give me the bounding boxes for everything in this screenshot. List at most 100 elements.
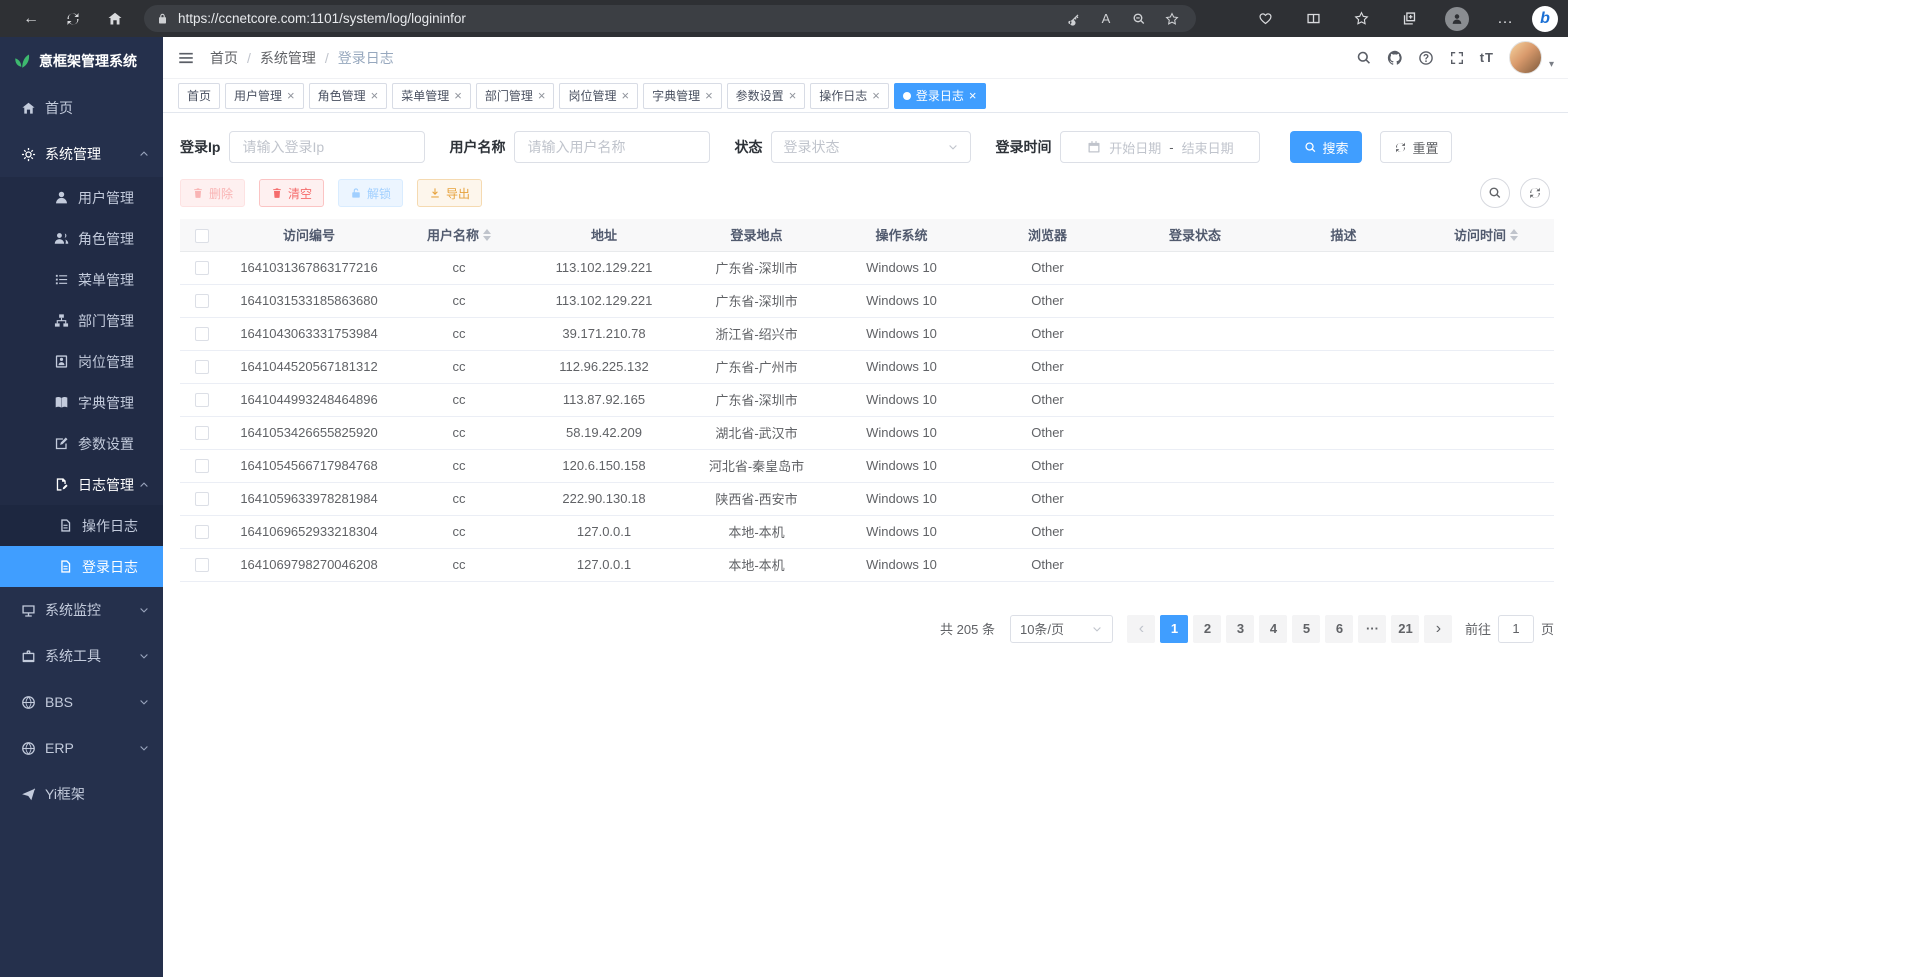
close-icon[interactable]: × (969, 89, 977, 102)
sort-icons[interactable] (483, 229, 491, 241)
sidebar-item-role-mgmt[interactable]: 角色管理 (0, 218, 163, 259)
unlock-button[interactable]: 解锁 (338, 179, 403, 207)
export-button[interactable]: 导出 (417, 179, 482, 207)
fullscreen-icon[interactable] (1449, 50, 1465, 66)
breadcrumb-system[interactable]: 系统管理 (260, 48, 316, 68)
sidebar-item-system-tools[interactable]: 系统工具 (0, 633, 163, 679)
reload-button[interactable] (58, 5, 88, 33)
table-row[interactable]: 1641059633978281984 cc 222.90.130.18 陕西省… (180, 482, 1554, 515)
table-row[interactable]: 1641069652933218304 cc 127.0.0.1 本地-本机 W… (180, 515, 1554, 548)
table-row[interactable]: 1641044520567181312 cc 112.96.225.132 广东… (180, 350, 1554, 383)
address-bar[interactable]: https://ccnetcore.com:1101/system/log/lo… (144, 5, 1196, 32)
close-icon[interactable]: × (789, 89, 797, 102)
help-icon[interactable] (1418, 50, 1434, 66)
tab-dict-mgmt[interactable]: 字典管理× (643, 83, 722, 109)
more-pages-button[interactable]: ··· (1358, 615, 1386, 643)
sidebar-item-menu-mgmt[interactable]: 菜单管理 (0, 259, 163, 300)
browser-home-button[interactable] (100, 5, 130, 33)
caret-down-icon[interactable]: ▾ (1549, 59, 1554, 74)
col-access-time[interactable]: 访问时间 (1418, 219, 1554, 251)
table-row[interactable]: 1641054566717984768 cc 120.6.150.158 河北省… (180, 449, 1554, 482)
close-icon[interactable]: × (538, 89, 546, 102)
close-icon[interactable]: × (621, 89, 629, 102)
sidebar-item-system-mgmt[interactable]: 系统管理 (0, 131, 163, 177)
split-screen-icon[interactable] (1298, 5, 1328, 33)
browser-menu-icon[interactable]: … (1490, 5, 1520, 33)
clear-button[interactable]: 清空 (259, 179, 324, 207)
password-key-icon[interactable] (1061, 12, 1085, 26)
page-button-3[interactable]: 3 (1226, 615, 1254, 643)
reset-button[interactable]: 重置 (1380, 131, 1452, 163)
text-size-icon[interactable]: tT (1480, 50, 1494, 65)
sidebar-item-home[interactable]: 首页 (0, 85, 163, 131)
row-checkbox[interactable] (195, 360, 209, 374)
tab-home[interactable]: 首页 (178, 83, 220, 109)
row-checkbox[interactable] (195, 393, 209, 407)
tab-param-settings[interactable]: 参数设置× (727, 83, 806, 109)
row-checkbox[interactable] (195, 558, 209, 572)
sidebar-item-yi-framework[interactable]: Yi框架 (0, 771, 163, 817)
tab-post-mgmt[interactable]: 岗位管理× (559, 83, 638, 109)
close-icon[interactable]: × (454, 89, 462, 102)
close-icon[interactable]: × (705, 89, 713, 102)
sidebar-item-login-log[interactable]: 登录日志 (0, 546, 163, 587)
col-username[interactable]: 用户名称 (394, 219, 524, 251)
add-favorite-icon[interactable] (1160, 12, 1184, 26)
page-button-2[interactable]: 2 (1193, 615, 1221, 643)
tab-user-mgmt[interactable]: 用户管理× (225, 83, 304, 109)
sidebar-item-system-monitor[interactable]: 系统监控 (0, 587, 163, 633)
back-button[interactable]: ← (16, 5, 46, 33)
close-icon[interactable]: × (872, 89, 880, 102)
sort-icons[interactable] (1510, 229, 1518, 241)
close-icon[interactable]: × (371, 89, 379, 102)
app-logo[interactable]: 意框架管理系统 (0, 37, 163, 85)
user-avatar[interactable] (1509, 41, 1542, 74)
row-checkbox[interactable] (195, 492, 209, 506)
browser-profile-avatar[interactable] (1442, 5, 1472, 33)
table-row[interactable]: 1641043063331753984 cc 39.171.210.78 浙江省… (180, 317, 1554, 350)
table-row[interactable]: 1641031367863177216 cc 113.102.129.221 广… (180, 251, 1554, 284)
hamburger-icon[interactable] (177, 49, 195, 67)
sidebar-item-dept-mgmt[interactable]: 部门管理 (0, 300, 163, 341)
username-input[interactable] (514, 131, 710, 163)
table-row[interactable]: 1641044993248464896 cc 113.87.92.165 广东省… (180, 383, 1554, 416)
row-checkbox[interactable] (195, 525, 209, 539)
close-icon[interactable]: × (287, 89, 295, 102)
github-icon[interactable] (1387, 50, 1403, 66)
login-ip-input[interactable] (229, 131, 425, 163)
sidebar-item-post-mgmt[interactable]: 岗位管理 (0, 341, 163, 382)
date-range-picker[interactable]: 开始日期 - 结束日期 (1060, 131, 1260, 163)
search-button[interactable]: 搜索 (1290, 131, 1362, 163)
sidebar-item-operation-log[interactable]: 操作日志 (0, 505, 163, 546)
next-page-button[interactable]: › (1424, 615, 1452, 643)
sidebar-item-dict-mgmt[interactable]: 字典管理 (0, 382, 163, 423)
tab-dept-mgmt[interactable]: 部门管理× (476, 83, 555, 109)
read-aloud-icon[interactable]: A (1094, 11, 1118, 26)
goto-page-input[interactable] (1498, 615, 1534, 643)
sidebar-item-bbs[interactable]: BBS (0, 679, 163, 725)
row-checkbox[interactable] (195, 459, 209, 473)
row-checkbox[interactable] (195, 294, 209, 308)
table-row[interactable]: 1641069798270046208 cc 127.0.0.1 本地-本机 W… (180, 548, 1554, 581)
browser-essentials-icon[interactable] (1250, 5, 1280, 33)
row-checkbox[interactable] (195, 261, 209, 275)
table-row[interactable]: 1641053426655825920 cc 58.19.42.209 湖北省-… (180, 416, 1554, 449)
toggle-search-button[interactable] (1480, 178, 1510, 208)
breadcrumb-home[interactable]: 首页 (210, 48, 238, 68)
page-button-21[interactable]: 21 (1391, 615, 1419, 643)
bing-copilot-icon[interactable]: b (1532, 6, 1558, 32)
table-row[interactable]: 1641031533185863680 cc 113.102.129.221 广… (180, 284, 1554, 317)
sidebar-item-erp[interactable]: ERP (0, 725, 163, 771)
refresh-table-button[interactable] (1520, 178, 1550, 208)
row-checkbox[interactable] (195, 426, 209, 440)
page-button-5[interactable]: 5 (1292, 615, 1320, 643)
page-button-4[interactable]: 4 (1259, 615, 1287, 643)
page-button-6[interactable]: 6 (1325, 615, 1353, 643)
sidebar-item-log-mgmt[interactable]: 日志管理 (0, 464, 163, 505)
tab-role-mgmt[interactable]: 角色管理× (309, 83, 388, 109)
favorites-icon[interactable] (1346, 5, 1376, 33)
row-checkbox[interactable] (195, 327, 209, 341)
tab-login-log[interactable]: 登录日志× (894, 83, 986, 109)
sidebar-item-user-mgmt[interactable]: 用户管理 (0, 177, 163, 218)
tab-menu-mgmt[interactable]: 菜单管理× (392, 83, 471, 109)
